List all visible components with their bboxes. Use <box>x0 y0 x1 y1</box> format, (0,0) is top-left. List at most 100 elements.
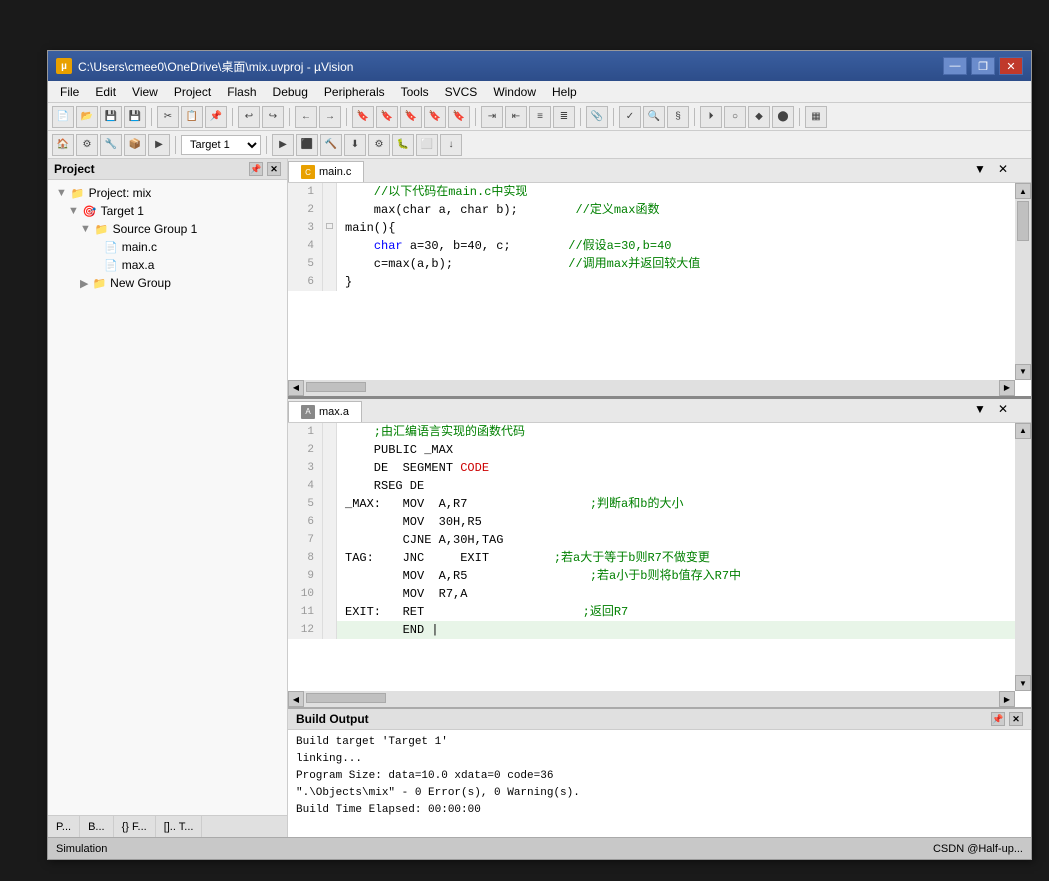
bookmark5-btn[interactable]: 🔖 <box>448 106 470 128</box>
top-hscroll-thumb[interactable] <box>306 382 366 392</box>
top-pane-menu-btn[interactable]: ▼ <box>971 161 989 177</box>
top-code-content[interactable]: 1 //以下代码在main.c中实现 2 max(char a, char b)… <box>288 183 1031 396</box>
menu-view[interactable]: View <box>124 81 166 102</box>
panel-close-btn[interactable]: ✕ <box>267 162 281 176</box>
options-btn[interactable]: ⚙ <box>368 134 390 156</box>
undo-btn[interactable]: ↩ <box>238 106 260 128</box>
format-btn[interactable]: ≡ <box>529 106 551 128</box>
target-selector[interactable]: Target 1 <box>181 135 261 155</box>
bottom-scroll-up[interactable]: ▲ <box>1015 423 1031 439</box>
build-btn[interactable]: 🔨 <box>320 134 342 156</box>
top-pane-close-btn[interactable]: ✕ <box>995 161 1011 177</box>
save-btn[interactable]: 💾 <box>100 106 122 128</box>
paste-btn[interactable]: 📌 <box>205 106 227 128</box>
bottom-scroll-track[interactable] <box>1015 439 1031 675</box>
tab-books[interactable]: B... <box>80 816 114 837</box>
tree-maxa[interactable]: 📄 max.a <box>48 256 287 274</box>
tab-project[interactable]: P... <box>48 816 80 837</box>
top-scroll-right[interactable]: ▶ <box>999 380 1015 396</box>
nav-fwd-btn[interactable]: → <box>319 106 341 128</box>
menu-project[interactable]: Project <box>166 81 219 102</box>
top-scroll-track[interactable] <box>1015 199 1031 364</box>
tab-functions[interactable]: {} F... <box>114 816 156 837</box>
copy-btn[interactable]: 📋 <box>181 106 203 128</box>
find-btn[interactable]: 🔍 <box>643 106 665 128</box>
debug3-btn[interactable]: ○ <box>724 106 746 128</box>
menu-file[interactable]: File <box>52 81 87 102</box>
bookmark3-btn[interactable]: 🔖 <box>400 106 422 128</box>
close-button[interactable]: ✕ <box>999 57 1023 75</box>
menu-peripherals[interactable]: Peripherals <box>316 81 393 102</box>
menu-edit[interactable]: Edit <box>87 81 124 102</box>
new-file-btn[interactable]: 📄 <box>52 106 74 128</box>
tree-source-group[interactable]: ▼ 📁 Source Group 1 <box>48 220 287 238</box>
dbg-stop-btn[interactable]: ⬜ <box>416 134 438 156</box>
tree-new-group[interactable]: ▶ 📁 New Group <box>48 274 287 292</box>
indent-btn[interactable]: ⇥ <box>481 106 503 128</box>
tree-target[interactable]: ▼ 🎯 Target 1 <box>48 202 287 220</box>
top-hscroll-track[interactable] <box>304 380 999 396</box>
tab-mainc[interactable]: C main.c <box>288 161 364 182</box>
symbol-btn[interactable]: § <box>667 106 689 128</box>
nav-back-btn[interactable]: ← <box>295 106 317 128</box>
tab-maxa[interactable]: A max.a <box>288 401 362 422</box>
open-btn[interactable]: 📂 <box>76 106 98 128</box>
sep6 <box>580 108 581 126</box>
bottom-pane-controls: ▼ ✕ <box>971 401 1011 417</box>
menu-window[interactable]: Window <box>485 81 544 102</box>
download-btn[interactable]: ⬇ <box>344 134 366 156</box>
top-scroll-down[interactable]: ▼ <box>1015 364 1031 380</box>
proj-btn3[interactable]: 🔧 <box>100 134 122 156</box>
build-pin-btn[interactable]: 📌 <box>991 712 1005 726</box>
check-btn[interactable]: ✓ <box>619 106 641 128</box>
dbg-step-btn[interactable]: ↓ <box>440 134 462 156</box>
minimize-button[interactable]: — <box>943 57 967 75</box>
top-scroll-up[interactable]: ▲ <box>1015 183 1031 199</box>
redo-btn[interactable]: ↪ <box>262 106 284 128</box>
menu-flash[interactable]: Flash <box>219 81 264 102</box>
menu-debug[interactable]: Debug <box>265 81 316 102</box>
top-scroll-left[interactable]: ◀ <box>288 380 304 396</box>
tree-mainc[interactable]: 📄 main.c <box>48 238 287 256</box>
bottom-pane-menu-btn[interactable]: ▼ <box>971 401 989 417</box>
bottom-hscroll-thumb[interactable] <box>306 693 386 703</box>
bottom-scroll-down[interactable]: ▼ <box>1015 675 1031 691</box>
debug4-btn[interactable]: ◆ <box>748 106 770 128</box>
proj-btn5[interactable]: ▶ <box>148 134 170 156</box>
dbg-start-btn[interactable]: 🐛 <box>392 134 414 156</box>
menu-tools[interactable]: Tools <box>393 81 437 102</box>
outdent-btn[interactable]: ⇤ <box>505 106 527 128</box>
bottom-pane-close-btn[interactable]: ✕ <box>995 401 1011 417</box>
bottom-hscrollbar[interactable]: ◀ ▶ <box>288 691 1015 707</box>
proj-btn1[interactable]: 🏠 <box>52 134 74 156</box>
debug2-btn[interactable]: ⏵ <box>700 106 722 128</box>
bottom-scroll-left[interactable]: ◀ <box>288 691 304 707</box>
stop-btn[interactable]: ⬛ <box>296 134 318 156</box>
restore-button[interactable]: ❐ <box>971 57 995 75</box>
tab-templates[interactable]: [].. T... <box>156 816 203 837</box>
tree-project[interactable]: ▼ 📁 Project: mix <box>48 184 287 202</box>
format2-btn[interactable]: ≣ <box>553 106 575 128</box>
top-scroll-thumb[interactable] <box>1017 201 1029 241</box>
menu-help[interactable]: Help <box>544 81 585 102</box>
bottom-scroll-right[interactable]: ▶ <box>999 691 1015 707</box>
panel-pin-btn[interactable]: 📌 <box>249 162 263 176</box>
run-btn[interactable]: ▶ <box>272 134 294 156</box>
save-all-btn[interactable]: 💾 <box>124 106 146 128</box>
bookmark4-btn[interactable]: 🔖 <box>424 106 446 128</box>
cut-btn[interactable]: ✂ <box>157 106 179 128</box>
menu-svcs[interactable]: SVCS <box>437 81 486 102</box>
proj-btn2[interactable]: ⚙ <box>76 134 98 156</box>
bookmark2-btn[interactable]: 🔖 <box>376 106 398 128</box>
right-edge-btn[interactable]: ▦ <box>805 106 827 128</box>
snippet-btn[interactable]: 📎 <box>586 106 608 128</box>
bookmark-btn[interactable]: 🔖 <box>352 106 374 128</box>
bottom-code-content[interactable]: 1 ;由汇编语言实现的函数代码 2 PUBLIC _MAX 3 <box>288 423 1031 707</box>
top-vscrollbar[interactable]: ▲ ▼ <box>1015 183 1031 380</box>
top-hscrollbar[interactable]: ◀ ▶ <box>288 380 1015 396</box>
bottom-vscrollbar[interactable]: ▲ ▼ <box>1015 423 1031 691</box>
proj-btn4[interactable]: 📦 <box>124 134 146 156</box>
debug5-btn[interactable]: ⬤ <box>772 106 794 128</box>
bottom-hscroll-track[interactable] <box>304 691 999 707</box>
build-close-btn[interactable]: ✕ <box>1009 712 1023 726</box>
